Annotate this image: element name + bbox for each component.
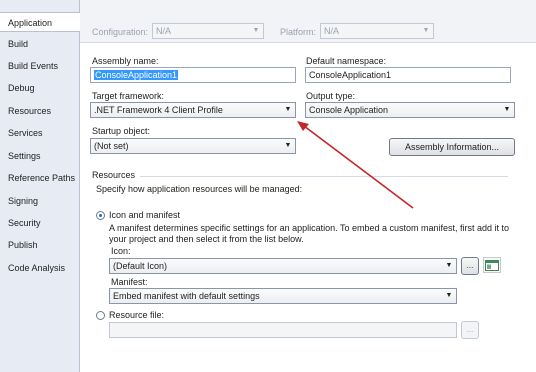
sidebar-item-publish[interactable]: Publish	[0, 235, 79, 255]
manifest-label: Manifest:	[111, 277, 148, 287]
resources-group-divider	[140, 176, 508, 177]
configuration-label: Configuration:	[92, 27, 149, 37]
target-framework-label: Target framework:	[92, 91, 165, 101]
sidebar-item-signing[interactable]: Signing	[0, 191, 79, 211]
configuration-value: N/A	[156, 26, 172, 36]
sidebar-item-services[interactable]: Services	[0, 123, 79, 143]
output-type-value: Console Application	[309, 105, 389, 115]
icon-manifest-label[interactable]: Icon and manifest	[109, 210, 180, 220]
assembly-name-input[interactable]: ConsoleApplication1	[90, 67, 296, 83]
chevron-down-icon: ▼	[284, 106, 292, 113]
resources-group-title: Resources	[92, 170, 136, 180]
icon-browse-button[interactable]: ...	[461, 257, 479, 275]
sidebar-item-security[interactable]: Security	[0, 213, 79, 233]
manifest-select[interactable]: Embed manifest with default settings ▼	[109, 288, 457, 304]
application-icon	[485, 259, 499, 271]
sidebar-item-resources[interactable]: Resources	[0, 101, 79, 121]
icon-manifest-description: A manifest determines specific settings …	[109, 223, 510, 244]
default-namespace-value: ConsoleApplication1	[309, 70, 392, 80]
assembly-information-button[interactable]: Assembly Information...	[389, 138, 515, 156]
sidebar-item-reference-paths[interactable]: Reference Paths	[0, 168, 79, 188]
chevron-down-icon: ▼	[284, 142, 292, 149]
icon-value: (Default Icon)	[113, 261, 168, 271]
icon-label: Icon:	[111, 246, 131, 256]
startup-object-label: Startup object:	[92, 126, 151, 136]
sidebar-item-code-analysis[interactable]: Code Analysis	[0, 258, 79, 278]
default-namespace-label: Default namespace:	[306, 56, 387, 66]
output-type-select[interactable]: Console Application ▼	[305, 102, 515, 118]
target-framework-value: .NET Framework 4 Client Profile	[94, 105, 223, 115]
manifest-value: Embed manifest with default settings	[113, 291, 260, 301]
resource-file-radio[interactable]	[96, 311, 105, 320]
assembly-name-label: Assembly name:	[92, 56, 159, 66]
chevron-down-icon: ▼	[422, 27, 430, 34]
application-page: Configuration: N/A ▼ Platform: N/A ▼ Ass…	[80, 0, 536, 372]
startup-object-select[interactable]: (Not set) ▼	[90, 138, 296, 154]
chevron-down-icon: ▼	[445, 292, 453, 299]
default-namespace-input[interactable]: ConsoleApplication1	[305, 67, 511, 83]
platform-select[interactable]: N/A ▼	[320, 23, 434, 39]
sidebar-item-debug[interactable]: Debug	[0, 78, 79, 98]
icon-manifest-radio[interactable]	[96, 211, 105, 220]
startup-object-value: (Not set)	[94, 141, 129, 151]
configuration-select[interactable]: N/A ▼	[152, 23, 264, 39]
sidebar-item-build-events[interactable]: Build Events	[0, 56, 79, 76]
assembly-name-value: ConsoleApplication1	[94, 70, 179, 80]
chevron-down-icon: ▼	[445, 262, 453, 269]
icon-preview	[483, 257, 501, 273]
chevron-down-icon: ▼	[252, 27, 260, 34]
target-framework-select[interactable]: .NET Framework 4 Client Profile ▼	[90, 102, 296, 118]
sidebar: Application Build Build Events Debug Res…	[0, 0, 80, 372]
resource-file-label[interactable]: Resource file:	[109, 310, 164, 320]
sidebar-item-build[interactable]: Build	[0, 34, 79, 54]
platform-value: N/A	[324, 26, 340, 36]
resource-file-input[interactable]	[109, 322, 457, 338]
chevron-down-icon: ▼	[503, 106, 511, 113]
output-type-label: Output type:	[306, 91, 356, 101]
resources-subtitle: Specify how application resources will b…	[96, 184, 303, 194]
resource-file-browse-button[interactable]: ...	[461, 321, 479, 339]
sidebar-item-application[interactable]: Application	[0, 12, 80, 32]
icon-select[interactable]: (Default Icon) ▼	[109, 258, 457, 274]
sidebar-item-settings[interactable]: Settings	[0, 146, 79, 166]
platform-label: Platform:	[280, 27, 317, 37]
